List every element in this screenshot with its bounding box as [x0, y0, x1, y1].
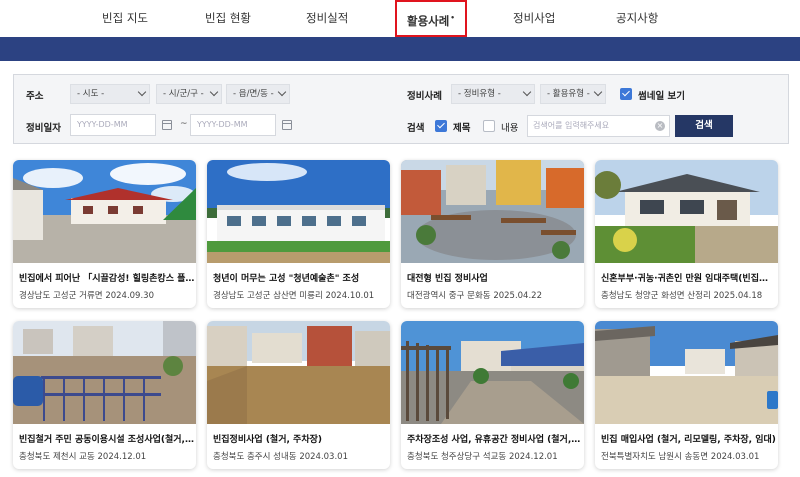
sigungu-select-value: - 시/군/구 -	[163, 89, 204, 99]
clear-icon[interactable]: ×	[655, 121, 665, 131]
nav-banner-bar	[0, 37, 800, 61]
nav-item-use-cases[interactable]: 활용사례•	[395, 0, 467, 37]
search-label: 검색	[407, 123, 425, 134]
case-card-date: 2024.03.01	[710, 452, 760, 462]
case-card-title: 신혼부부·귀농·귀촌인 만원 임대주택(빈집…	[601, 274, 768, 284]
case-card-image	[595, 321, 778, 424]
date-range-tilde: ~	[180, 119, 188, 129]
active-marker-icon: •	[450, 14, 455, 22]
nav-item-empty-house-map[interactable]: 빈집 지도	[102, 0, 148, 37]
use-type-select[interactable]: - 활용유형 -	[540, 84, 606, 104]
nav-item-repair-results[interactable]: 정비실적	[306, 0, 348, 37]
case-card[interactable]: 대전형 빈집 정비사업 대전광역시 중구 문화동 2025.04.22	[401, 160, 584, 308]
case-card-image	[13, 321, 196, 424]
case-card[interactable]: 신혼부부·귀농·귀촌인 만원 임대주택(빈집… 충청남도 청양군 화성면 산정리…	[595, 160, 778, 308]
chevron-down-icon	[277, 87, 287, 97]
case-card-location: 충청북도 제천시 교동	[19, 452, 95, 462]
repair-type-select[interactable]: - 정비유형 -	[451, 84, 535, 104]
case-card-date: 2024.12.01	[508, 452, 558, 462]
case-card-date: 2024.10.01	[325, 291, 375, 301]
date-to-input[interactable]: YYYY-DD-MM	[190, 114, 276, 136]
case-card-title: 빈집철거 주민 공동이용시설 조성사업(철거,…	[19, 435, 194, 445]
case-card-location: 충청북도 청주상당구 석교동	[407, 452, 507, 462]
case-card-date: 2025.04.18	[713, 291, 763, 301]
case-card-location: 경상남도 고성군 거류면	[19, 291, 103, 301]
case-card-location: 충청남도 청양군 화성면 산정리	[601, 291, 711, 301]
search-input[interactable]: 검색어를 입력해주세요 ×	[527, 115, 670, 137]
case-card-image	[595, 160, 778, 263]
case-card-title: 청년이 머무는 고성 "청년예술촌" 조성	[213, 274, 360, 284]
use-type-select-value: - 활용유형 -	[547, 89, 590, 99]
case-card-meta: 충청북도 충주시 성내동 2024.03.01	[213, 450, 389, 462]
case-card-location: 충청북도 충주시 성내동	[213, 452, 297, 462]
case-card-date: 2025.04.22	[493, 291, 542, 301]
nav-item-notices[interactable]: 공지사항	[616, 0, 658, 37]
case-card-meta: 경상남도 고성군 거류면 2024.09.30	[19, 289, 195, 301]
case-card[interactable]: 빈집 매입사업 (철거, 리모델링, 주차장, 임대) 전북특별자치도 남원시 …	[595, 321, 778, 469]
case-card[interactable]: 빈집철거 주민 공동이용시설 조성사업(철거,… 충청북도 제천시 교동 202…	[13, 321, 196, 469]
case-card-meta: 경상남도 고성군 삼산면 미룡리 2024.10.01	[213, 289, 389, 301]
eupmyeon-select-value: - 읍/면/동 -	[233, 89, 274, 99]
case-card-image	[207, 321, 390, 424]
sigungu-select[interactable]: - 시/군/구 -	[156, 84, 222, 104]
case-card[interactable]: 빈집정비사업 (철거, 주차장) 충청북도 충주시 성내동 2024.03.01	[207, 321, 390, 469]
title-option-label: 제목	[453, 123, 471, 134]
case-card-date: 2024.09.30	[105, 291, 154, 301]
case-card-meta: 충청남도 청양군 화성면 산정리 2025.04.18	[601, 289, 777, 301]
nav-item-use-cases-label: 활용사례	[407, 13, 450, 28]
eupmyeon-select[interactable]: - 읍/면/동 -	[226, 84, 290, 104]
case-card-meta: 전북특별자치도 남원시 송동면 2024.03.01	[601, 450, 777, 462]
case-card-title: 빈집정비사업 (철거, 주차장)	[213, 435, 322, 445]
chevron-down-icon	[137, 87, 147, 97]
case-card-title: 대전형 빈집 정비사업	[407, 274, 488, 284]
search-button[interactable]: 검색	[675, 115, 733, 137]
address-label: 주소	[26, 91, 44, 102]
case-card-title: 주차장조성 사업, 유휴공간 정비사업 (철거,…	[407, 435, 581, 445]
thumbnail-checkbox[interactable]	[620, 88, 632, 100]
case-card[interactable]: 주차장조성 사업, 유휴공간 정비사업 (철거,… 충청북도 청주상당구 석교동…	[401, 321, 584, 469]
case-card-location: 대전광역시 중구 문화동	[407, 291, 491, 301]
case-card-meta: 대전광역시 중구 문화동 2025.04.22	[407, 289, 583, 301]
repair-type-select-value: - 정비유형 -	[458, 89, 501, 99]
title-checkbox[interactable]	[435, 120, 447, 132]
top-navigation: 빈집 지도 빈집 현황 정비실적 활용사례• 정비사업 공지사항	[0, 0, 800, 37]
content-checkbox[interactable]	[483, 120, 495, 132]
case-card-title: 빈집 매입사업 (철거, 리모델링, 주차장, 임대)	[601, 435, 776, 445]
case-card-date: 2024.12.01	[97, 452, 147, 462]
chevron-down-icon	[209, 87, 219, 97]
calendar-icon[interactable]	[282, 120, 292, 130]
case-card-location: 전북특별자치도 남원시 송동면	[601, 452, 709, 462]
nav-item-empty-house-status[interactable]: 빈집 현황	[205, 0, 251, 37]
case-card-title: 빈집에서 피어난 「시끌감성! 힐링촌캉스 플…	[19, 274, 195, 284]
content-option-label: 내용	[501, 123, 519, 134]
calendar-icon[interactable]	[162, 120, 172, 130]
sido-select[interactable]: - 시도 -	[70, 84, 150, 104]
case-card-meta: 충청북도 제천시 교동 2024.12.01	[19, 450, 195, 462]
chevron-down-icon	[522, 87, 532, 97]
nav-item-repair-projects[interactable]: 정비사업	[513, 0, 555, 37]
case-card[interactable]: 빈집에서 피어난 「시끌감성! 힐링촌캉스 플… 경상남도 고성군 거류면 20…	[13, 160, 196, 308]
case-card-image	[13, 160, 196, 263]
date-from-input[interactable]: YYYY-DD-MM	[70, 114, 156, 136]
case-card-image	[401, 160, 584, 263]
date-label: 정비일자	[26, 123, 61, 134]
sido-select-value: - 시도 -	[77, 89, 105, 99]
case-card-date: 2024.03.01	[299, 452, 348, 462]
case-card[interactable]: 청년이 머무는 고성 "청년예술촌" 조성 경상남도 고성군 삼산면 미룡리 2…	[207, 160, 390, 308]
case-card-meta: 충청북도 청주상당구 석교동 2024.12.01	[407, 450, 583, 462]
search-input-placeholder: 검색어를 입력해주세요	[533, 121, 610, 130]
chevron-down-icon	[593, 87, 603, 97]
thumbnail-label: 썸네일 보기	[638, 91, 686, 102]
case-label: 정비사례	[407, 91, 442, 102]
case-card-location: 경상남도 고성군 삼산면 미룡리	[213, 291, 323, 301]
case-card-image	[401, 321, 584, 424]
case-card-image	[207, 160, 390, 263]
